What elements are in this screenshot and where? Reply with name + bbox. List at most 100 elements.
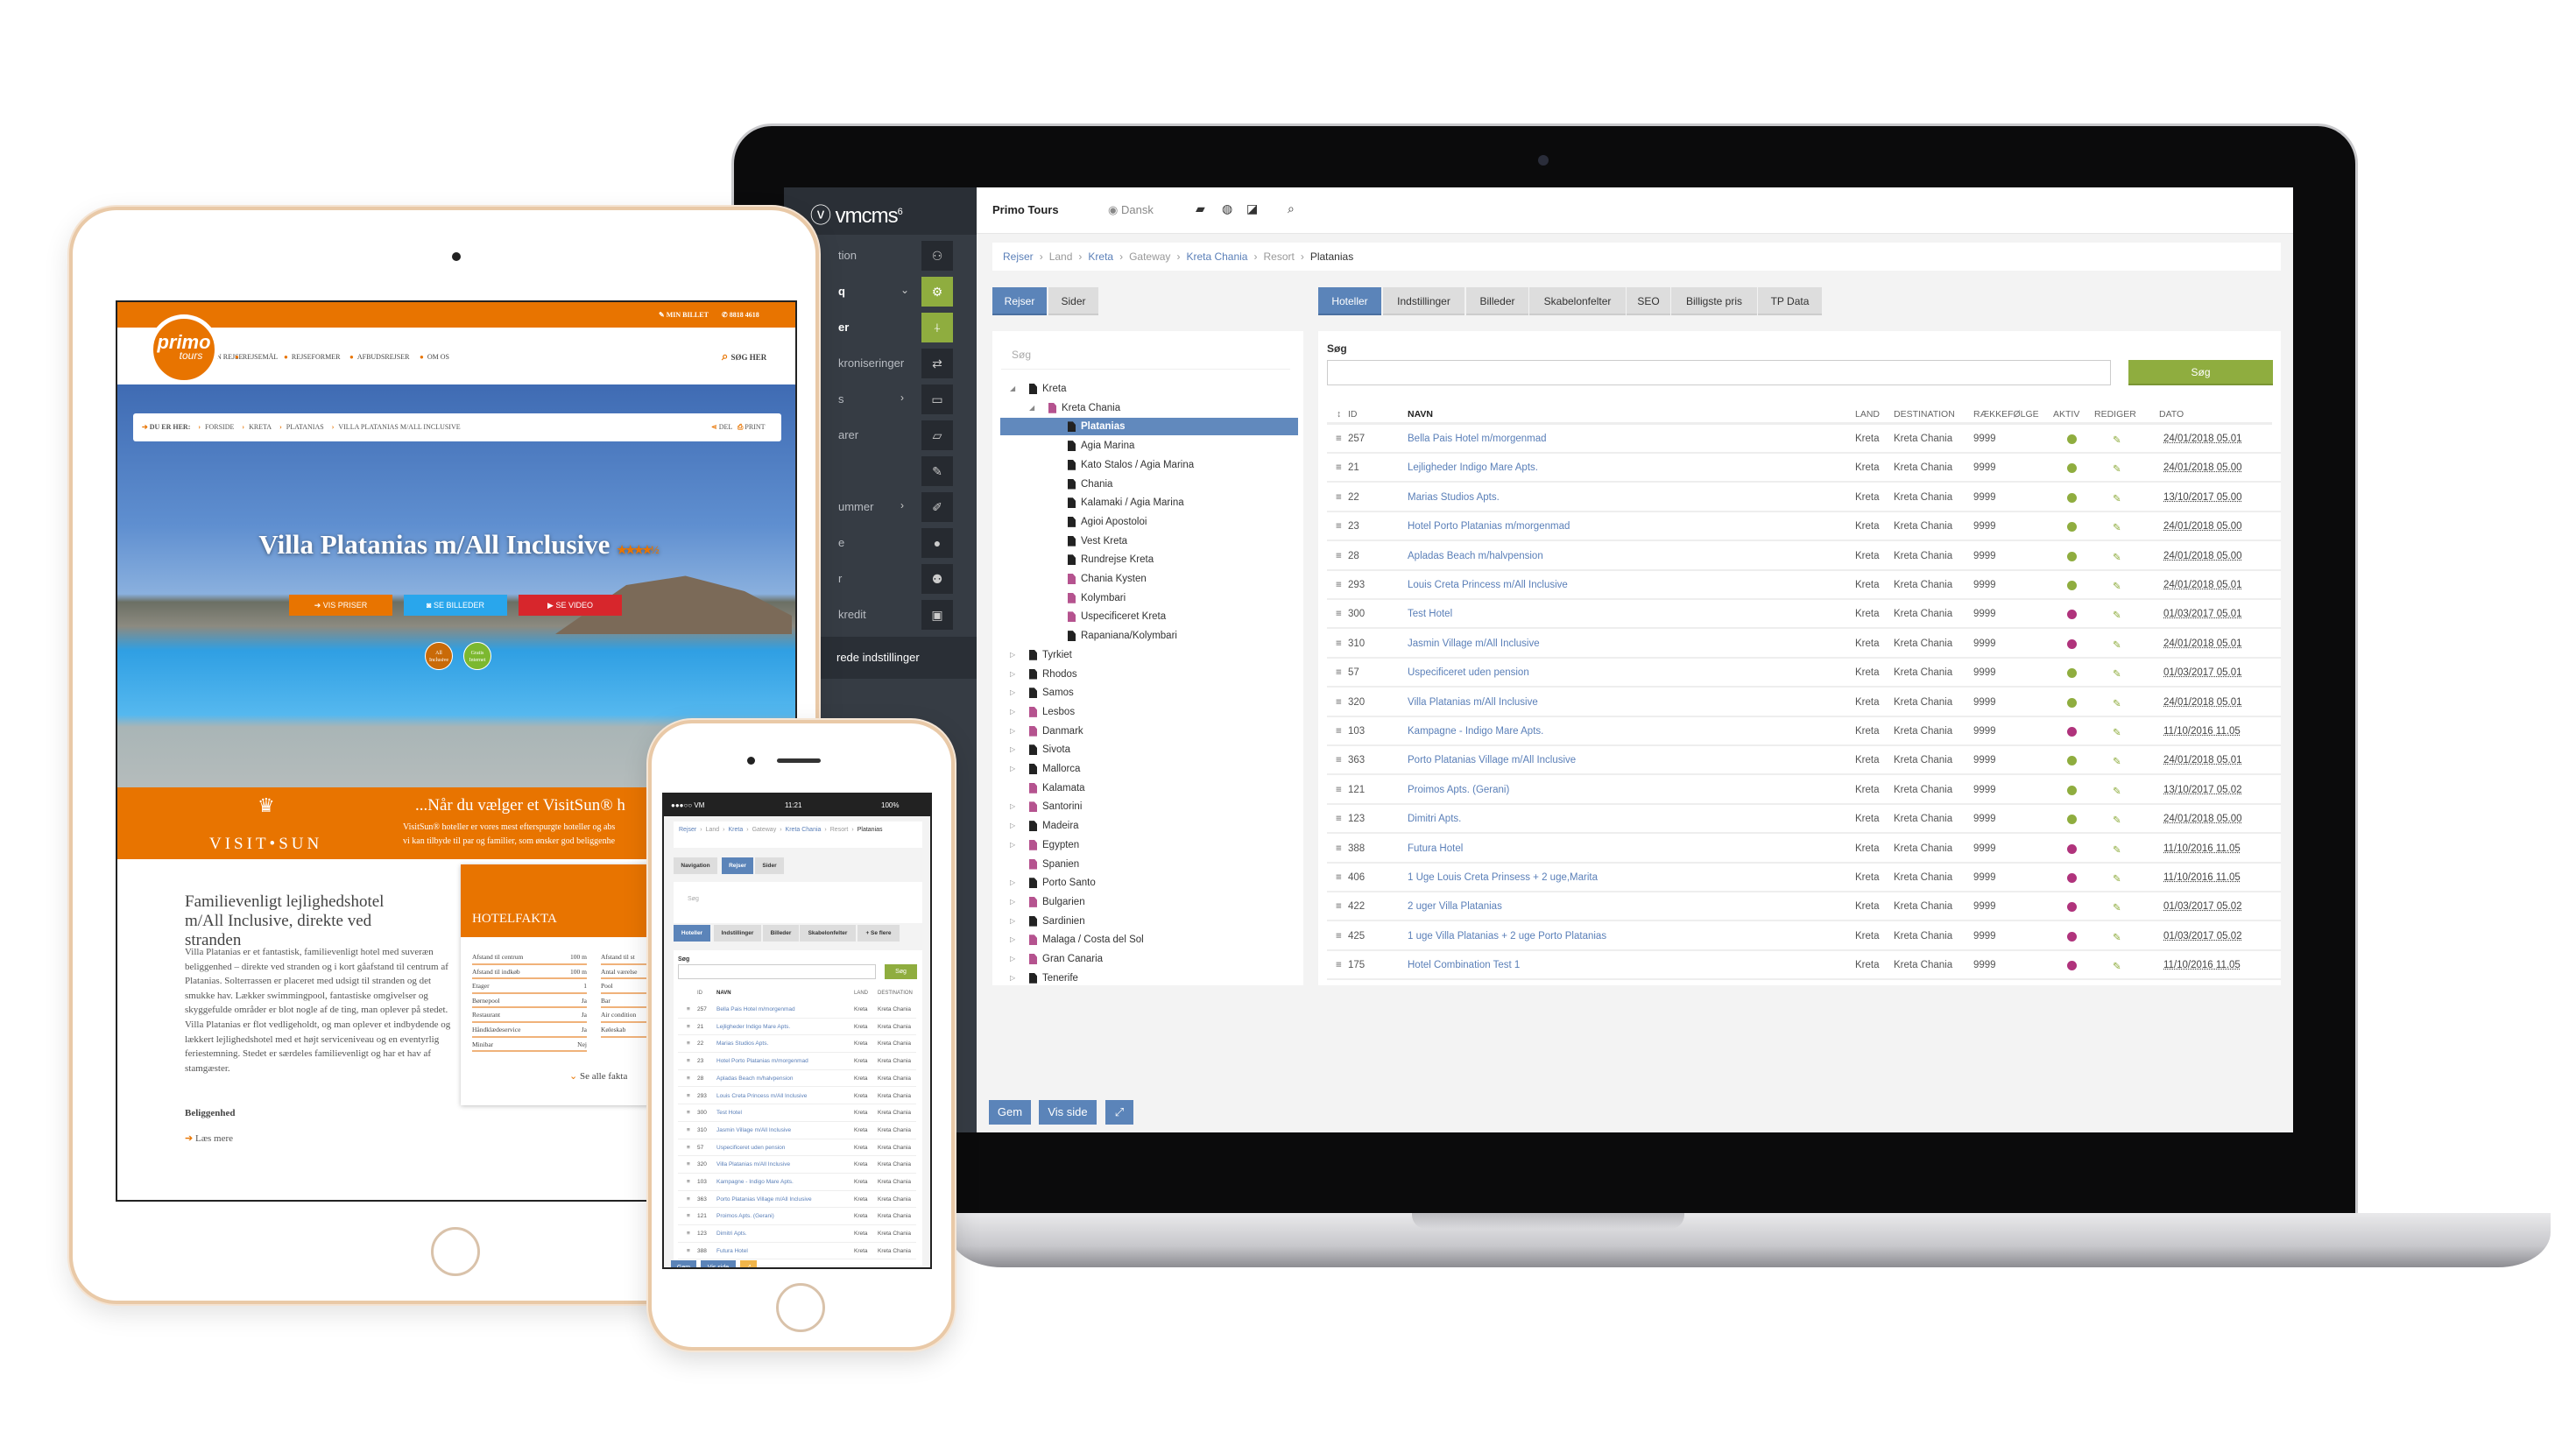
phone-table-row[interactable]: ≡ 388 Futura Hotel Kreta Kreta Chania xyxy=(678,1243,916,1260)
drag-handle-icon[interactable]: ≡ xyxy=(1336,872,1342,883)
table-row[interactable]: ≡ 257 Bella Pais Hotel m/morgenmad Kreta Kre… xyxy=(1327,425,2281,454)
tab-billigste-pris[interactable]: Billigste pris xyxy=(1671,287,1757,315)
tree-node[interactable]: Spanien xyxy=(992,856,1303,873)
phone-table-row[interactable]: ≡ 310 Jasmin Village m/All Inclusive Kreta K… xyxy=(678,1122,916,1139)
hotel-name-link[interactable]: Futura Hotel xyxy=(1408,843,1463,854)
table-row[interactable]: ≡ 293 Louis Creta Princess m/All Inclusive… xyxy=(1327,571,2281,600)
tree-node[interactable]: Uspecificeret Kreta xyxy=(992,608,1303,625)
edit-pencil-icon[interactable]: ✎ xyxy=(2113,697,2121,709)
hotel-name-link[interactable]: Hotel Porto Platanias m/morgenmad xyxy=(1408,521,1570,532)
tab-sider[interactable]: Sider xyxy=(1048,287,1098,315)
phone-table-row[interactable]: ≡ 28 Apladas Beach m/halvpension Kreta Kreta… xyxy=(678,1070,916,1088)
table-row[interactable]: ≡ 363 Porto Platanias Village m/All Inclus… xyxy=(1327,746,2281,776)
gear-icon[interactable]: ⚙ xyxy=(921,277,953,307)
tree-node[interactable]: Platanias xyxy=(1000,418,1298,436)
drag-handle-icon[interactable]: ≡ xyxy=(687,1196,690,1203)
print-button[interactable]: ⎙ PRINT xyxy=(738,423,766,432)
nav-item[interactable]: ● AFBUDSREJSER xyxy=(349,353,409,361)
drag-handle-icon[interactable]: ≡ xyxy=(1336,492,1342,503)
hotel-name-link[interactable]: Hotel Combination Test 1 xyxy=(1408,960,1520,970)
drag-handle-icon[interactable]: ≡ xyxy=(1336,960,1342,970)
site-search[interactable]: ⌕ SØG HER xyxy=(722,349,766,363)
drag-handle-icon[interactable]: ≡ xyxy=(1336,667,1342,678)
hotel-name-link[interactable]: Marias Studios Apts. xyxy=(1408,492,1500,503)
tree-node[interactable]: Agia Marina xyxy=(992,437,1303,455)
tree-node[interactable]: Chania Kysten xyxy=(992,570,1303,588)
tree-node[interactable]: ▷ Malaga / Costa del Sol xyxy=(992,931,1303,949)
tree-node[interactable]: Chania xyxy=(992,476,1303,493)
drag-handle-icon[interactable]: ≡ xyxy=(1336,551,1342,561)
tree-node[interactable]: ▷ Madeira xyxy=(992,817,1303,835)
language-selector[interactable]: ◉ Dansk xyxy=(1108,203,1154,217)
tree-node[interactable]: ▷ Tenerife xyxy=(992,970,1303,987)
breadcrumb-item[interactable]: Gateway xyxy=(752,827,777,833)
caret-right-icon[interactable]: ▷ xyxy=(1010,684,1015,702)
tree-node[interactable]: ◢ Kreta Chania xyxy=(992,399,1303,417)
active-check-icon[interactable] xyxy=(2067,581,2077,590)
table-row[interactable]: ≡ 103 Kampagne - Indigo Mare Apts. Kreta Kre… xyxy=(1327,717,2281,746)
phone-table-row[interactable]: ≡ 21 Lejligheder Indigo Mare Apts. Kreta Kre… xyxy=(678,1019,916,1036)
tree-node[interactable]: Rapaniana/Kolymbari xyxy=(992,627,1303,645)
sync-arrows-icon[interactable]: ⇄ xyxy=(921,349,953,378)
signpost-icon[interactable]: ⍭ xyxy=(921,313,953,342)
phone-table-row[interactable]: ≡ 293 Louis Creta Princess m/All Inclusive… xyxy=(678,1088,916,1105)
drag-handle-icon[interactable]: ≡ xyxy=(1336,755,1342,765)
hotel-name-link[interactable]: Bella Pais Hotel m/morgenmad xyxy=(716,1006,795,1012)
phone-table-row[interactable]: ≡ 363 Porto Platanias Village m/All Inclus… xyxy=(678,1191,916,1209)
hotel-name-link[interactable]: Jasmin Village m/All Inclusive xyxy=(716,1127,791,1133)
tab-hoteller[interactable]: Hoteller xyxy=(1318,287,1381,315)
hotel-name-link[interactable]: Porto Platanias Village m/All Inclusive xyxy=(1408,755,1576,765)
phone-table-row[interactable]: ≡ 23 Hotel Porto Platanias m/morgenmad Kret… xyxy=(678,1053,916,1070)
edit-pencil-icon[interactable]: ✎ xyxy=(2113,551,2121,563)
edit-pencil-icon[interactable]: ✎ xyxy=(2113,609,2121,621)
inactive-x-icon[interactable] xyxy=(2067,931,2077,942)
caret-right-icon[interactable]: ▷ xyxy=(1010,950,1015,968)
phone-tab[interactable]: + Se flere xyxy=(857,925,900,942)
table-row[interactable]: ≡ 425 1 uge Villa Platanias + 2 uge Porto … xyxy=(1327,922,2281,951)
phone-save-button[interactable]: Gem xyxy=(671,1260,696,1267)
drag-handle-icon[interactable]: ≡ xyxy=(1336,462,1342,473)
active-check-icon[interactable] xyxy=(2067,785,2077,795)
drag-handle-icon[interactable]: ≡ xyxy=(687,1127,690,1133)
breadcrumb-item[interactable]: PLATANIAS xyxy=(286,423,324,431)
hotel-name-link[interactable]: Test Hotel xyxy=(716,1110,742,1116)
tree-node[interactable]: Rundrejse Kreta xyxy=(992,551,1303,568)
drag-handle-icon[interactable]: ≡ xyxy=(1336,931,1342,942)
phone-tab[interactable]: Indstillinger xyxy=(714,925,761,942)
hotel-name-link[interactable]: Kampagne - Indigo Mare Apts. xyxy=(716,1179,794,1185)
breadcrumb-item[interactable]: Gateway xyxy=(1129,250,1170,263)
phone-view-page-button[interactable]: Vis side xyxy=(701,1260,736,1267)
phone-table-row[interactable]: ≡ 57 Uspecificeret uden pension Kreta Kreta … xyxy=(678,1139,916,1157)
drag-handle-icon[interactable]: ≡ xyxy=(1336,785,1342,795)
tree-node[interactable]: ◢ Kreta xyxy=(992,380,1303,398)
search-icon[interactable]: ⌕ xyxy=(1288,201,1295,216)
active-check-icon[interactable] xyxy=(2067,463,2077,474)
phone-tab[interactable]: Billeder xyxy=(763,925,799,942)
active-check-icon[interactable] xyxy=(2067,434,2077,444)
monitor-icon[interactable]: ▭ xyxy=(921,384,953,414)
hotel-name-link[interactable]: Louis Creta Princess m/All Inclusive xyxy=(1408,580,1568,590)
phone-table-row[interactable]: ≡ 123 Dimitri Apts. Kreta Kreta Chania xyxy=(678,1225,916,1243)
active-check-icon[interactable] xyxy=(2067,697,2077,708)
phone-tab[interactable]: Navigation xyxy=(674,857,717,874)
hotel-name-link[interactable]: Hotel Porto Platanias m/morgenmad xyxy=(716,1058,808,1064)
tree-node[interactable]: ▷ Samos xyxy=(992,684,1303,702)
hotel-name-link[interactable]: 1 Uge Louis Creta Prinsess + 2 uge,Marit… xyxy=(1408,872,1598,883)
breadcrumb-item[interactable]: Rejser xyxy=(679,827,696,833)
hotel-name-link[interactable]: Proimos Apts. (Gerani) xyxy=(716,1213,774,1219)
caret-down-icon[interactable]: ◢ xyxy=(1010,380,1015,398)
inactive-x-icon[interactable] xyxy=(2067,873,2077,883)
table-row[interactable]: ≡ 123 Dimitri Apts. Kreta Kreta Chania 9999 ✎ 2… xyxy=(1327,805,2281,835)
tree-node[interactable]: Vest Kreta xyxy=(992,533,1303,550)
table-row[interactable]: ≡ 300 Test Hotel Kreta Kreta Chania 9999 ✎ 01/0… xyxy=(1327,600,2281,630)
hotel-name-link[interactable]: Dimitri Apts. xyxy=(716,1231,747,1237)
breadcrumb-item[interactable]: Resort xyxy=(830,827,849,833)
phone-tab[interactable]: Skabelonfelter xyxy=(800,925,856,942)
drag-handle-icon[interactable]: ≡ xyxy=(1336,638,1342,649)
table-row[interactable]: ≡ 57 Uspecificeret uden pension Kreta Kreta … xyxy=(1327,659,2281,688)
inactive-x-icon[interactable] xyxy=(2067,902,2077,913)
edit-pencil-icon[interactable]: ✎ xyxy=(2113,638,2121,651)
phone-tab[interactable]: Hoteller xyxy=(674,925,710,942)
folder-icon[interactable]: ▰ xyxy=(1196,201,1205,216)
hotel-name-link[interactable]: Louis Creta Princess m/All Inclusive xyxy=(716,1093,807,1099)
